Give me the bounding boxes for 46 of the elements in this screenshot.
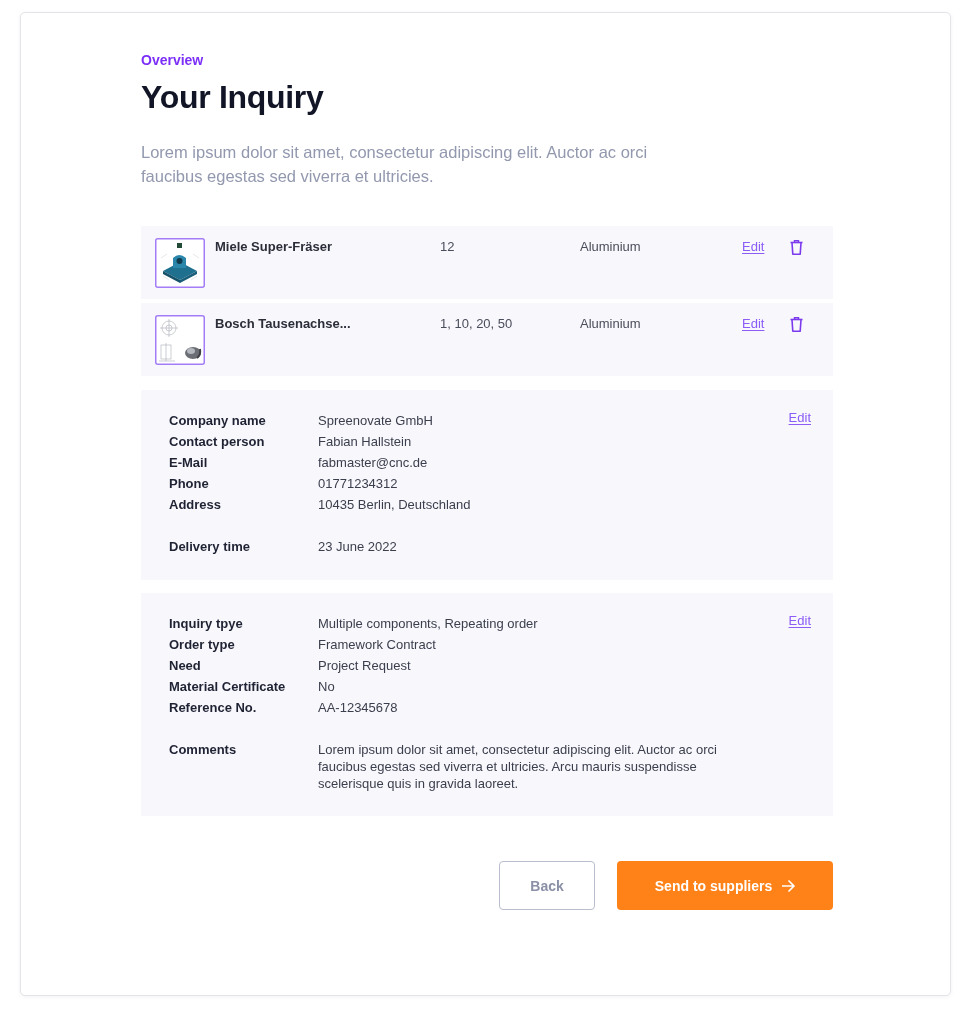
trash-icon bbox=[790, 240, 803, 255]
field-value: Framework Contract bbox=[318, 636, 436, 654]
field-value: Spreenovate GmbH bbox=[318, 412, 433, 430]
field-value: 01771234312 bbox=[318, 475, 398, 493]
eyebrow-text: Overview bbox=[141, 51, 204, 69]
intro-text: Lorem ipsum dolor sit amet, consectetur adipiscing elit. Auctor ac orci faucibus egestas sed viverra et ultricies. bbox=[141, 142, 649, 187]
trash-icon bbox=[790, 317, 803, 332]
arrow-right-icon bbox=[782, 879, 796, 892]
field-value: 23 June 2022 bbox=[318, 538, 397, 556]
field-value: fabmaster@cnc.de bbox=[318, 454, 428, 472]
part-render-drawing bbox=[155, 238, 205, 288]
field-label: Company name bbox=[169, 412, 266, 430]
field-value: Lorem ipsum dolor sit amet, consectetur adipiscing elit. Auctor ac orci faucibus egestas sed viverra et ultricies. Arcu mauris suspendisse scelerisque quis in gravida laoreet. bbox=[318, 741, 718, 792]
field-label: E-Mail bbox=[169, 454, 208, 472]
delete-button[interactable] bbox=[790, 240, 803, 255]
delete-button[interactable] bbox=[790, 317, 803, 332]
field-label: Contact person bbox=[169, 433, 265, 451]
field-value: Project Request bbox=[318, 657, 411, 675]
edit-link[interactable]: Edit bbox=[788, 612, 811, 630]
product-name: Bosch Tausenachse... bbox=[215, 315, 351, 333]
field-label: Inquiry tpye bbox=[169, 615, 243, 633]
material-text: Aluminium bbox=[580, 315, 641, 333]
edit-link[interactable]: Edit bbox=[788, 409, 811, 427]
field-value: AA-12345678 bbox=[318, 699, 398, 717]
field-label: Address bbox=[169, 496, 222, 514]
field-label: Delivery time bbox=[169, 538, 250, 556]
material-text: Aluminium bbox=[580, 238, 641, 256]
field-label: Comments bbox=[169, 741, 237, 759]
field-label: Reference No. bbox=[169, 699, 257, 717]
send-button[interactable]: Send to suppliers bbox=[617, 861, 833, 910]
field-value: Multiple components, Repeating order bbox=[318, 615, 538, 633]
quantity-text: 1, 10, 20, 50 bbox=[440, 315, 513, 333]
product-name: Miele Super-Fräser bbox=[215, 238, 333, 256]
field-label: Phone bbox=[169, 475, 209, 493]
page-title: Your Inquiry bbox=[141, 78, 324, 117]
field-value: No bbox=[318, 678, 335, 696]
field-value: 10435 Berlin, Deutschland bbox=[318, 496, 471, 514]
quantity-text: 12 bbox=[440, 238, 455, 256]
edit-link[interactable]: Edit bbox=[742, 315, 765, 333]
field-label: Material Certificate bbox=[169, 678, 286, 696]
field-value: Fabian Hallstein bbox=[318, 433, 412, 451]
edit-link[interactable]: Edit bbox=[742, 238, 765, 256]
back-button[interactable]: Back bbox=[499, 861, 595, 910]
field-label: Order type bbox=[169, 636, 235, 654]
field-label: Need bbox=[169, 657, 201, 675]
technical-sketch-drawing bbox=[155, 315, 205, 365]
